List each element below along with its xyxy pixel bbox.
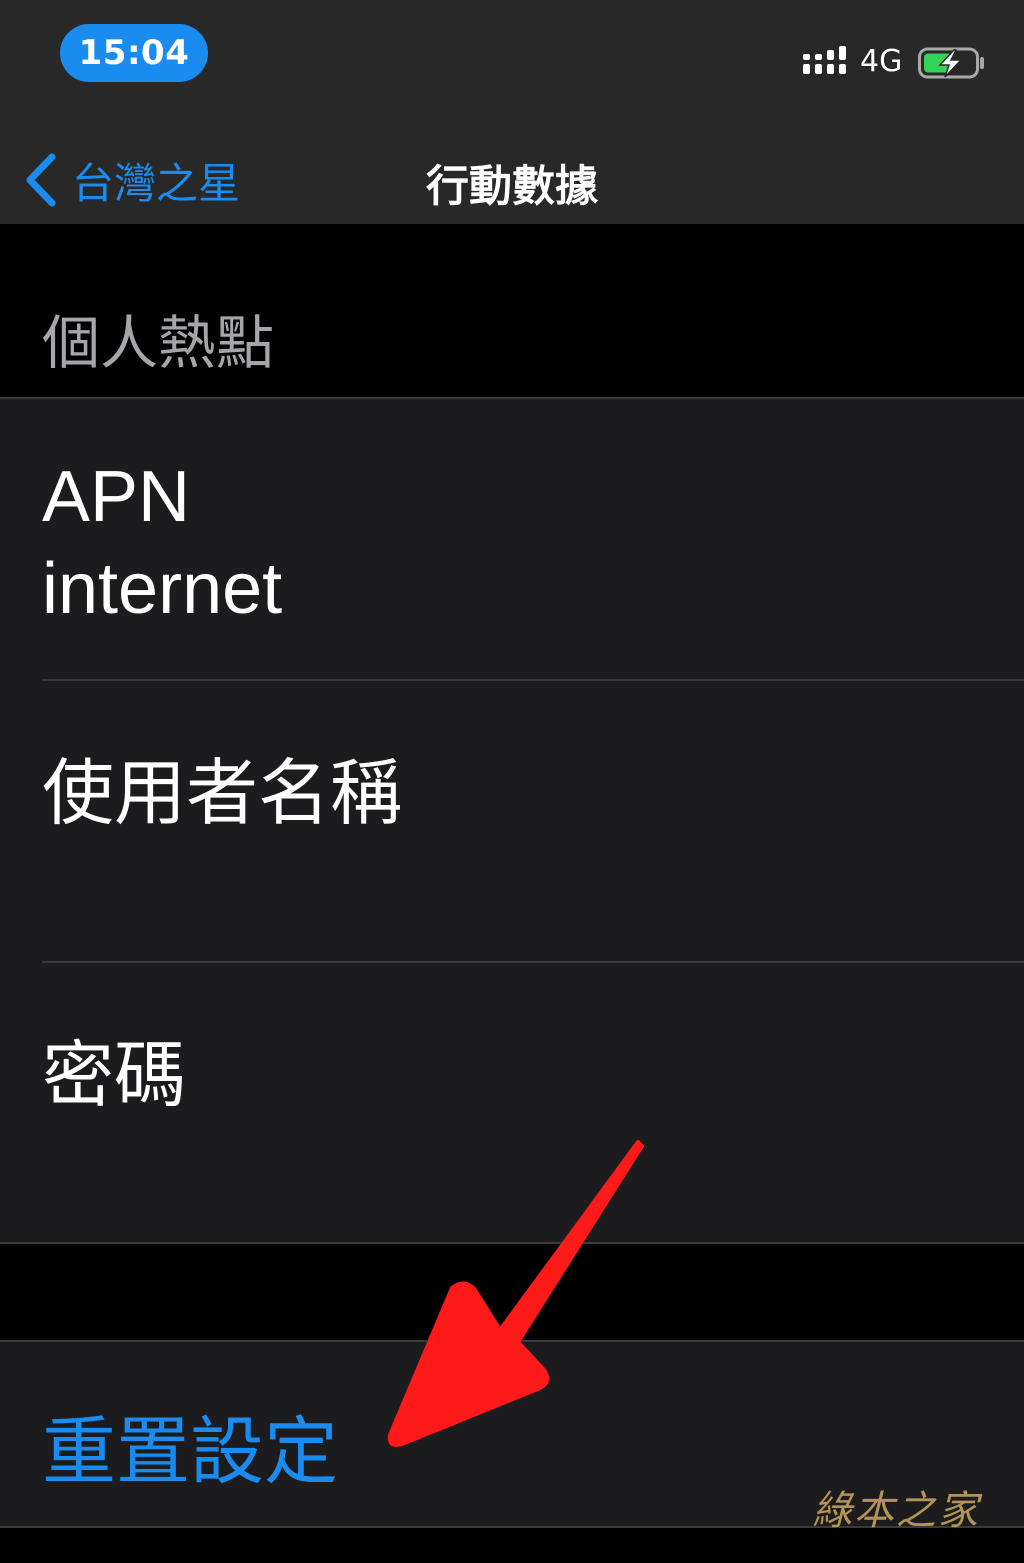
page-title: 行動數據 <box>426 162 598 212</box>
apn-label: APN <box>42 457 191 537</box>
top-bar: 15:04 4G 台灣之星 行動數據 <box>0 0 1024 224</box>
signal-icon <box>803 46 846 74</box>
red-arrow-annotation <box>387 1140 644 1447</box>
network-type: 4G <box>860 44 903 79</box>
password-label: 密碼 <box>42 1033 187 1117</box>
group-top-divider <box>0 397 1024 399</box>
watermark-logo: 綠本之家 <box>812 1488 980 1534</box>
username-label: 使用者名稱 <box>42 751 403 835</box>
status-time: 15:04 <box>78 33 190 73</box>
row-divider <box>42 961 1024 963</box>
reset-settings-button[interactable]: 重置設定 <box>42 1392 338 1499</box>
section-header-hotspot: 個人熱點 <box>42 309 275 377</box>
battery-charging-icon <box>918 47 984 79</box>
row-divider <box>42 679 1024 681</box>
status-time-pill[interactable]: 15:04 <box>60 24 208 82</box>
apn-input[interactable]: internet <box>42 548 282 630</box>
username-input[interactable] <box>42 830 982 950</box>
